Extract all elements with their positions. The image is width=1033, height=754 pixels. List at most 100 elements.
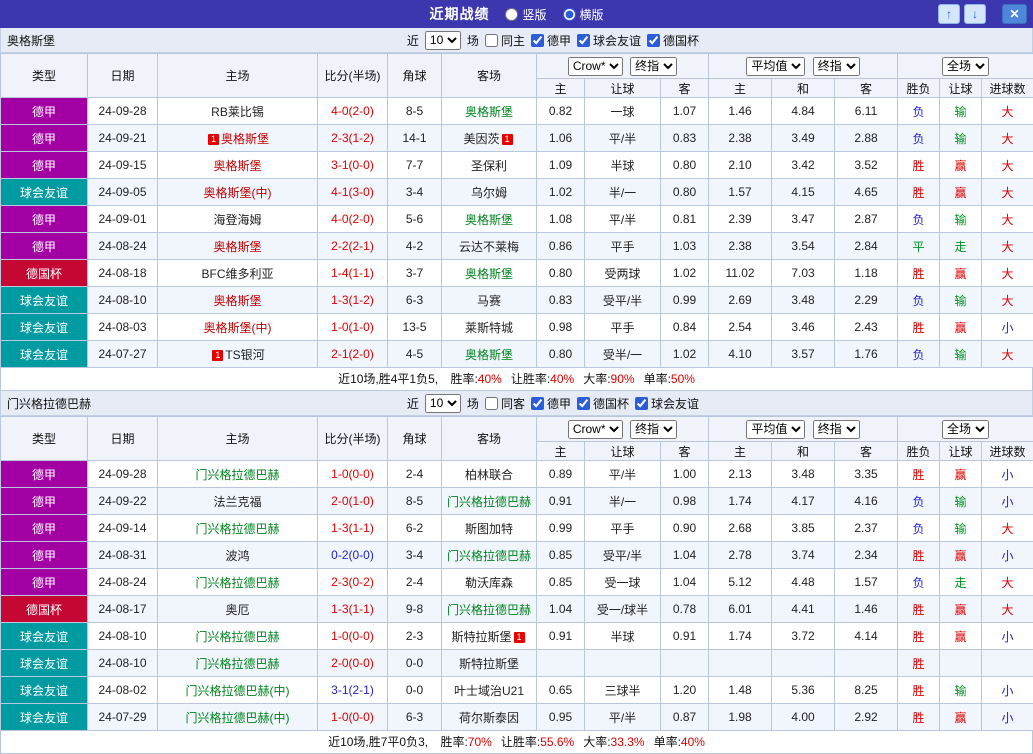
team-name-text: 奥格斯堡	[465, 348, 513, 362]
horizontal-radio[interactable]	[563, 8, 576, 21]
summary-stat: 让胜率:55.6%	[501, 735, 574, 749]
close-button[interactable]: ✕	[1002, 4, 1027, 24]
avg-draw-odds: 4.41	[772, 596, 835, 623]
home-team-summary: 近10场,胜4平1负5, 胜率:40%让胜率:40%大率:90%单率:50%	[0, 368, 1033, 391]
match-count-select[interactable]: 10	[425, 394, 461, 413]
same-venue-checkbox[interactable]	[485, 34, 498, 47]
result-handicap: 赢	[940, 704, 982, 731]
summary-prefix: 近10场,胜4平1负5,	[338, 372, 441, 386]
team-name-text: 斯特拉斯堡	[451, 630, 511, 644]
odds-stage-select[interactable]: 终指	[630, 57, 677, 76]
league-filter-option[interactable]: 德国杯	[577, 395, 629, 412]
team-name-text: 柏林联合	[465, 468, 513, 482]
match-date: 24-09-22	[88, 488, 158, 515]
layout-vertical-option[interactable]: 竖版	[505, 6, 546, 23]
handicap-home-odds	[537, 650, 585, 677]
match-count-select[interactable]: 10	[425, 31, 461, 50]
team-name-text: 门兴格拉德巴赫	[195, 522, 279, 536]
team-name-text: 门兴格拉德巴赫	[195, 630, 279, 644]
match-row: 德甲24-09-15奥格斯堡3-1(0-0)7-7圣保利1.09半球0.802.…	[1, 152, 1033, 179]
league-type-badge: 球会友谊	[1, 650, 88, 677]
league-filter-label: 德国杯	[593, 395, 629, 412]
result-outcome: 胜	[898, 596, 940, 623]
vertical-radio[interactable]	[505, 8, 518, 21]
team-name-text: RB莱比锡	[211, 105, 264, 119]
same-venue-option[interactable]: 同客	[485, 395, 525, 412]
league-filter-option[interactable]: 球会友谊	[635, 395, 699, 412]
corner-count: 0-0	[388, 650, 442, 677]
avg-away-odds: 2.92	[835, 704, 898, 731]
sub-header-outcome: 胜负	[898, 442, 940, 461]
match-date: 24-08-24	[88, 233, 158, 260]
league-filter-option[interactable]: 德甲	[531, 395, 571, 412]
avg-away-odds: 2.84	[835, 233, 898, 260]
handicap-away-odds: 0.99	[661, 287, 709, 314]
match-row: 德甲24-08-24门兴格拉德巴赫2-3(0-2)2-4勒沃库森0.85受一球1…	[1, 569, 1033, 596]
avg-home-odds: 1.48	[709, 677, 772, 704]
same-venue-label: 同客	[501, 395, 525, 412]
scroll-up-button[interactable]: ↑	[938, 4, 960, 24]
avg-home-odds: 2.54	[709, 314, 772, 341]
league-filter-checkbox[interactable]	[531, 397, 544, 410]
match-date: 24-08-31	[88, 542, 158, 569]
average-stage-select[interactable]: 终指	[813, 420, 860, 439]
scope-select[interactable]: 全场	[942, 57, 989, 76]
avg-away-odds: 2.34	[835, 542, 898, 569]
result-goals: 小	[982, 488, 1033, 515]
avg-away-odds: 4.65	[835, 179, 898, 206]
league-filter-option[interactable]: 球会友谊	[577, 32, 641, 49]
home-team: 奥格斯堡	[158, 233, 318, 260]
away-team: 马赛	[442, 287, 537, 314]
scope-select[interactable]: 全场	[942, 420, 989, 439]
average-odds-select[interactable]: 平均值	[746, 57, 805, 76]
league-type-badge: 德甲	[1, 206, 88, 233]
league-filter-label: 德甲	[547, 32, 571, 49]
result-handicap: 输	[940, 125, 982, 152]
sub-header-home-odds: 主	[537, 442, 585, 461]
vertical-label: 竖版	[522, 6, 546, 23]
avg-away-odds: 8.25	[835, 677, 898, 704]
league-filter-option[interactable]: 德甲	[531, 32, 571, 49]
league-filter-checkbox[interactable]	[577, 397, 590, 410]
handicap-line: 受一球	[585, 569, 661, 596]
handicap-home-odds: 1.09	[537, 152, 585, 179]
result-outcome: 负	[898, 206, 940, 233]
col-header-type: 类型	[1, 417, 88, 461]
odds-provider-select[interactable]: Crow*	[568, 57, 623, 76]
league-filter-checkbox[interactable]	[635, 397, 648, 410]
home-team: 法兰克福	[158, 488, 318, 515]
layout-horizontal-option[interactable]: 横版	[563, 6, 604, 23]
match-row: 球会友谊24-08-10奥格斯堡1-3(1-2)6-3马赛0.83受平/半0.9…	[1, 287, 1033, 314]
corner-count: 8-5	[388, 98, 442, 125]
horizontal-label: 横版	[580, 6, 604, 23]
handicap-home-odds: 0.65	[537, 677, 585, 704]
average-stage-select[interactable]: 终指	[813, 57, 860, 76]
odds-stage-select[interactable]: 终指	[630, 420, 677, 439]
average-odds-select[interactable]: 平均值	[746, 420, 805, 439]
league-type-badge: 德甲	[1, 542, 88, 569]
corner-count: 14-1	[388, 125, 442, 152]
odds-provider-select[interactable]: Crow*	[568, 420, 623, 439]
avg-home-odds: 1.98	[709, 704, 772, 731]
match-date: 24-09-15	[88, 152, 158, 179]
match-date: 24-08-24	[88, 569, 158, 596]
league-type-badge: 德甲	[1, 152, 88, 179]
league-filter-checkbox[interactable]	[647, 34, 660, 47]
league-filter-checkbox[interactable]	[577, 34, 590, 47]
league-filter-option[interactable]: 德国杯	[647, 32, 699, 49]
scroll-down-button[interactable]: ↓	[964, 4, 986, 24]
corner-count: 13-5	[388, 314, 442, 341]
team-name-text: 勒沃库森	[465, 576, 513, 590]
col-header-corner: 角球	[388, 417, 442, 461]
team-name-text: 门兴格拉德巴赫(中)	[186, 684, 290, 698]
league-filter-label: 德甲	[547, 395, 571, 412]
avg-home-odds: 6.01	[709, 596, 772, 623]
match-row: 德甲24-09-28门兴格拉德巴赫1-0(0-0)2-4柏林联合0.89平/半1…	[1, 461, 1033, 488]
same-venue-checkbox[interactable]	[485, 397, 498, 410]
handicap-home-odds: 0.83	[537, 287, 585, 314]
score: 1-3(1-1)	[318, 596, 388, 623]
same-venue-option[interactable]: 同主	[485, 32, 525, 49]
away-team-results-table: 类型 日期 主场 比分(半场) 角球 客场 Crow* 终指 平均值 终指 全场…	[0, 416, 1033, 731]
league-filter-checkbox[interactable]	[531, 34, 544, 47]
avg-away-odds: 2.43	[835, 314, 898, 341]
